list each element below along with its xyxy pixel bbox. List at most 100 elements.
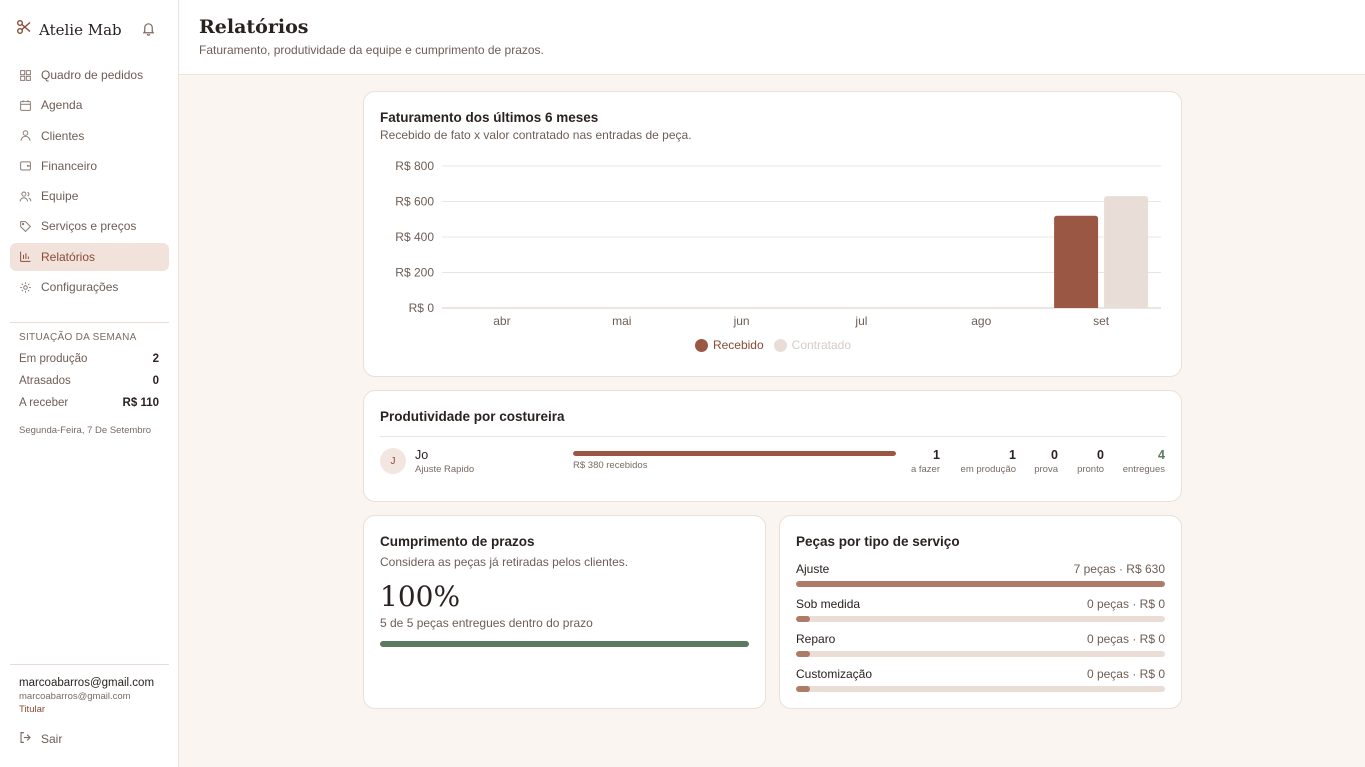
sidebar-nav: Quadro de pedidos Agenda Clientes Financeir… <box>10 61 169 303</box>
deadlines-card: Cumprimento de prazos Considera as peças… <box>363 515 766 709</box>
service-bar-fill <box>796 581 1165 587</box>
deadline-progress-bar <box>380 641 749 647</box>
legend-swatch <box>773 338 787 352</box>
sidebar-item-1[interactable]: Agenda <box>10 91 169 119</box>
service-bar-fill <box>796 651 810 657</box>
wallet-icon <box>19 159 41 172</box>
bell-icon[interactable] <box>141 21 156 41</box>
page-title: Relatórios <box>199 16 309 38</box>
stat-label: prova <box>1034 464 1058 475</box>
stat-fitting: 0 prova <box>1034 448 1058 475</box>
sidebar-divider <box>10 664 169 665</box>
stat-value: 0 <box>1097 448 1104 462</box>
user-name[interactable]: marcoabarros@gmail.com <box>19 677 159 689</box>
user-icon <box>19 129 41 142</box>
sidebar-item-7[interactable]: Configurações <box>10 273 169 301</box>
x-tick-label: jun <box>733 314 750 328</box>
x-tick-label: mai <box>612 314 631 328</box>
avatar: J <box>380 448 406 474</box>
revenue-card: Faturamento dos últimos 6 meses Recebido… <box>363 91 1182 377</box>
brand[interactable]: Atelie Mab <box>16 19 122 40</box>
calendar-icon <box>19 99 41 112</box>
page-subtitle: Faturamento, produtividade da equipe e c… <box>199 43 544 57</box>
week-row-label: Atrasados <box>19 375 71 387</box>
week-row-label: A receber <box>19 397 69 409</box>
user-role: Titular <box>19 704 46 715</box>
sidebar-item-label: Clientes <box>41 128 85 143</box>
sidebar-item-0[interactable]: Quadro de pedidos <box>10 61 169 89</box>
week-date: Segunda-Feira, 7 De Setembro <box>19 425 152 436</box>
sidebar-item-2[interactable]: Clientes <box>10 122 169 150</box>
employee-received-bar <box>573 451 896 456</box>
service-row: Ajuste 7 peças · R$ 630 <box>796 562 1165 587</box>
employee-role: Ajuste Rapido <box>415 464 475 475</box>
scissors-icon <box>16 19 32 40</box>
sidebar-divider <box>10 322 169 323</box>
sidebar-item-label: Quadro de pedidos <box>41 68 144 82</box>
y-tick-label: R$ 800 <box>395 159 434 173</box>
revenue-chart: R$ 0 R$ 200 R$ 400 R$ 600 R$ 800 abr mai jun jul… <box>395 159 1161 328</box>
stat-to-do: 1 a fazer <box>911 448 940 475</box>
productivity-card-title: Produtividade por costureira <box>380 409 565 424</box>
employee-received-label: R$ 380 recebidos <box>573 460 648 471</box>
deadlines-card-subtitle: Considera as peças já retiradas pelos cl… <box>380 555 629 569</box>
service-bar <box>796 581 1165 587</box>
revenue-card-subtitle: Recebido de fato x valor contratado nas … <box>380 128 692 142</box>
service-name: Ajuste <box>796 562 830 576</box>
week-row-value: 0 <box>152 375 159 387</box>
week-row-value: 2 <box>152 353 159 365</box>
user-email: marcoabarros@gmail.com <box>19 691 131 702</box>
stat-label: pronto <box>1077 464 1104 475</box>
page-header: Relatórios Faturamento, produtividade da… <box>179 0 1365 75</box>
chart-legend: Recebido Contratado <box>364 338 1182 352</box>
sidebar-item-label: Serviços e preços <box>41 219 137 234</box>
service-value: 0 peças · R$ 0 <box>1086 667 1165 681</box>
sidebar-item-3[interactable]: Financeiro <box>10 152 169 180</box>
sidebar-item-label: Configurações <box>41 280 119 295</box>
bar-received-set[interactable] <box>1054 215 1099 308</box>
y-tick-label: R$ 400 <box>395 230 434 244</box>
service-name: Reparo <box>796 632 836 646</box>
week-status-title: SITUAÇÃO DA SEMANA <box>19 332 137 343</box>
productivity-divider <box>380 436 1166 437</box>
stat-delivered: 4 entregues <box>1123 448 1165 475</box>
sidebar: Atelie Mab Quadro de pedidos Agenda Client… <box>0 0 179 767</box>
stat-label: entregues <box>1122 464 1165 475</box>
service-row: Reparo 0 peças · R$ 0 <box>796 632 1165 657</box>
x-tick-label: abr <box>493 314 510 328</box>
stat-in-production: 1 em produção <box>961 448 1016 475</box>
stat-ready: 0 pronto <box>1077 448 1104 475</box>
revenue-card-title: Faturamento dos últimos 6 meses <box>380 110 599 125</box>
legend-item-received[interactable]: Recebido <box>694 338 764 352</box>
sidebar-item-label: Equipe <box>41 189 79 204</box>
grid-icon <box>19 69 41 82</box>
service-value: 0 peças · R$ 0 <box>1086 597 1165 611</box>
legend-swatch <box>694 338 708 352</box>
productivity-card: Produtividade por costureira J Jo Ajuste… <box>363 390 1182 502</box>
service-bar <box>796 616 1165 622</box>
x-tick-label: ago <box>971 314 991 328</box>
stat-value: 1 <box>933 448 940 462</box>
logout-icon <box>19 731 41 747</box>
sidebar-item-6[interactable]: Relatórios <box>10 242 169 271</box>
stat-value: 4 <box>1158 448 1165 462</box>
employee-received-bar-fill <box>573 451 896 456</box>
services-card-title: Peças por tipo de serviço <box>796 534 960 549</box>
sidebar-item-label: Agenda <box>41 98 83 113</box>
users-icon <box>19 190 41 203</box>
employee-name: Jo <box>415 448 429 462</box>
sidebar-item-5[interactable]: Serviços e preços <box>10 212 169 240</box>
service-row: Customização 0 peças · R$ 0 <box>796 667 1165 692</box>
sidebar-item-4[interactable]: Equipe <box>10 182 169 210</box>
service-bar <box>796 651 1165 657</box>
gear-icon <box>19 281 41 294</box>
legend-item-contracted[interactable]: Contratado <box>773 338 851 352</box>
bar-contracted-set[interactable] <box>1104 196 1149 308</box>
app-name: Atelie Mab <box>39 20 122 39</box>
stat-label: a fazer <box>910 464 940 475</box>
deadlines-card-title: Cumprimento de prazos <box>380 534 535 549</box>
y-tick-label: R$ 200 <box>395 266 434 280</box>
service-bar-fill <box>796 616 810 622</box>
y-tick-label: R$ 0 <box>409 301 435 315</box>
logout-button[interactable]: Sair <box>19 731 62 747</box>
